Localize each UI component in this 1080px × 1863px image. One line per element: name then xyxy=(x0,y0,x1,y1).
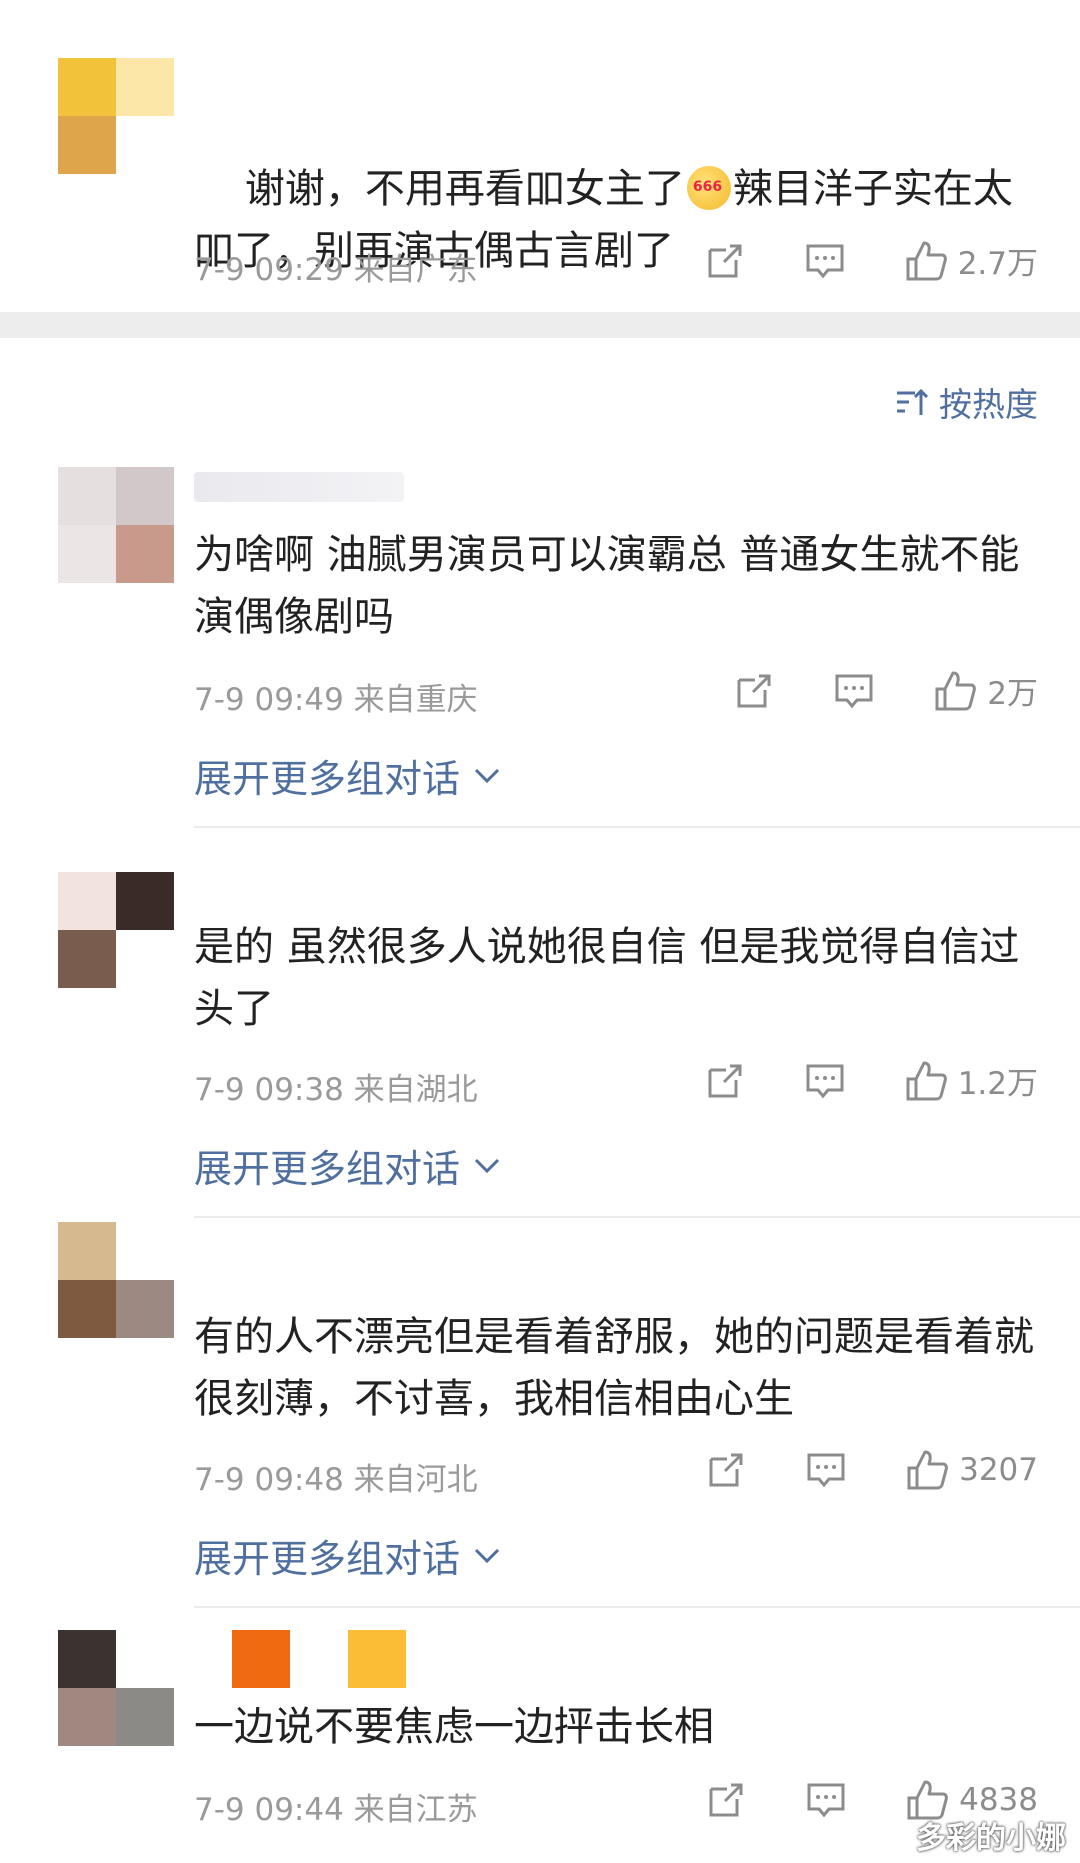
comment-text: 为啥啊 油腻男演员可以演霸总 普通女生就不能演偶像剧吗 xyxy=(194,532,1020,640)
share-icon xyxy=(709,1453,743,1487)
sort-label: 按热度 xyxy=(939,385,1038,424)
thumbs-up-icon xyxy=(935,671,977,710)
666-emoji-icon xyxy=(686,156,731,218)
reply-button[interactable] xyxy=(805,1449,847,1491)
chevron-down-icon xyxy=(474,1548,500,1563)
comment-icon xyxy=(835,674,873,708)
expand-conversation-button[interactable]: 展开更多组对话 xyxy=(194,1138,500,1193)
sort-toggle[interactable]: 按热度 xyxy=(895,378,1038,426)
thumbs-up-icon xyxy=(907,1450,948,1490)
share-button[interactable] xyxy=(704,1060,746,1102)
comment-meta: 7-9 09:44 来自江苏 xyxy=(194,1792,478,1828)
avatar[interactable] xyxy=(58,58,174,174)
share-button[interactable] xyxy=(705,1779,747,1821)
expand-label: 展开更多组对话 xyxy=(194,1537,461,1581)
reply-button[interactable] xyxy=(833,670,875,712)
like-button[interactable]: 3207 xyxy=(905,1448,1038,1492)
like-count: 1.2万 xyxy=(957,1066,1038,1102)
comment-meta: 7-9 09:49 来自重庆 xyxy=(194,682,478,718)
thumbs-up-icon xyxy=(906,241,947,280)
comment-actions: 2.7万 xyxy=(646,238,1038,283)
comment-icon xyxy=(807,1453,845,1488)
avatar[interactable] xyxy=(58,467,174,583)
expand-conversation-button[interactable]: 展开更多组对话 xyxy=(194,1528,500,1583)
share-button[interactable] xyxy=(705,1449,747,1491)
like-count: 2.7万 xyxy=(957,246,1038,282)
username-badge xyxy=(232,1630,290,1688)
comment-icon xyxy=(806,1064,844,1098)
comment-text: 一边说不要焦虑一边抨击长相 xyxy=(194,1704,714,1750)
expand-conversation-button[interactable]: 展开更多组对话 xyxy=(194,748,500,803)
expand-label: 展开更多组对话 xyxy=(194,1147,461,1191)
comment-actions: 1.2万 xyxy=(646,1058,1038,1103)
divider xyxy=(194,1606,1080,1608)
share-button[interactable] xyxy=(704,240,746,282)
reply-button[interactable] xyxy=(805,1779,847,1821)
divider xyxy=(194,1216,1080,1218)
share-icon xyxy=(708,244,742,277)
username-badge xyxy=(348,1630,406,1688)
like-count: 2万 xyxy=(987,676,1038,712)
comment-meta: 7-9 09:38 来自湖北 xyxy=(194,1072,478,1108)
like-button[interactable]: 2万 xyxy=(933,668,1038,713)
avatar[interactable] xyxy=(58,1630,174,1746)
share-icon xyxy=(737,674,771,707)
comment-icon xyxy=(806,244,844,278)
divider xyxy=(194,826,1080,828)
share-button[interactable] xyxy=(733,670,775,712)
comment-meta: 7-9 09:29 来自广东 xyxy=(194,252,478,288)
expand-label: 展开更多组对话 xyxy=(194,757,461,801)
reply-button[interactable] xyxy=(804,1060,846,1102)
comment-text: 是的 虽然很多人说她很自信 但是我觉得自信过头了 xyxy=(194,924,1020,1032)
chevron-down-icon xyxy=(474,1158,500,1173)
comment-actions: 2万 xyxy=(675,668,1038,713)
comment-icon xyxy=(807,1783,845,1818)
avatar[interactable] xyxy=(58,1222,174,1338)
like-button[interactable]: 1.2万 xyxy=(904,1058,1038,1103)
thumbs-up-icon xyxy=(906,1061,947,1100)
comment-text: 有的人不漂亮但是看着舒服，她的问题是看着就很刻薄，不讨喜，我相信相由心生 xyxy=(194,1314,1034,1422)
reply-button[interactable] xyxy=(804,240,846,282)
watermark: 多彩的小娜 xyxy=(916,1821,1066,1856)
avatar[interactable] xyxy=(58,872,174,988)
share-icon xyxy=(709,1783,743,1817)
like-count: 3207 xyxy=(959,1452,1038,1488)
comment-actions: 3207 xyxy=(647,1448,1038,1492)
section-separator xyxy=(0,312,1080,338)
share-icon xyxy=(708,1064,742,1097)
like-button[interactable]: 2.7万 xyxy=(904,238,1038,283)
sort-icon xyxy=(897,388,929,415)
comment-meta: 7-9 09:48 来自河北 xyxy=(194,1462,478,1498)
chevron-down-icon xyxy=(474,768,500,783)
comment-text: 谢谢，不用再看吅女主了辣目洋子实在太吅了，别再演古偶古言剧了 xyxy=(194,96,1044,344)
username-blurred[interactable] xyxy=(194,472,404,502)
